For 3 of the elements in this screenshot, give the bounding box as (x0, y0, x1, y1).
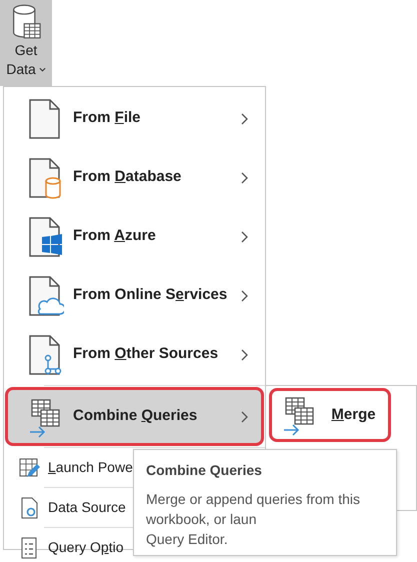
tooltip-text: Query Editor. (146, 530, 229, 549)
tooltip-title: Combine Queries (146, 461, 263, 480)
tooltip-text: Merge or append queries from this workbook, or laun (146, 490, 361, 529)
